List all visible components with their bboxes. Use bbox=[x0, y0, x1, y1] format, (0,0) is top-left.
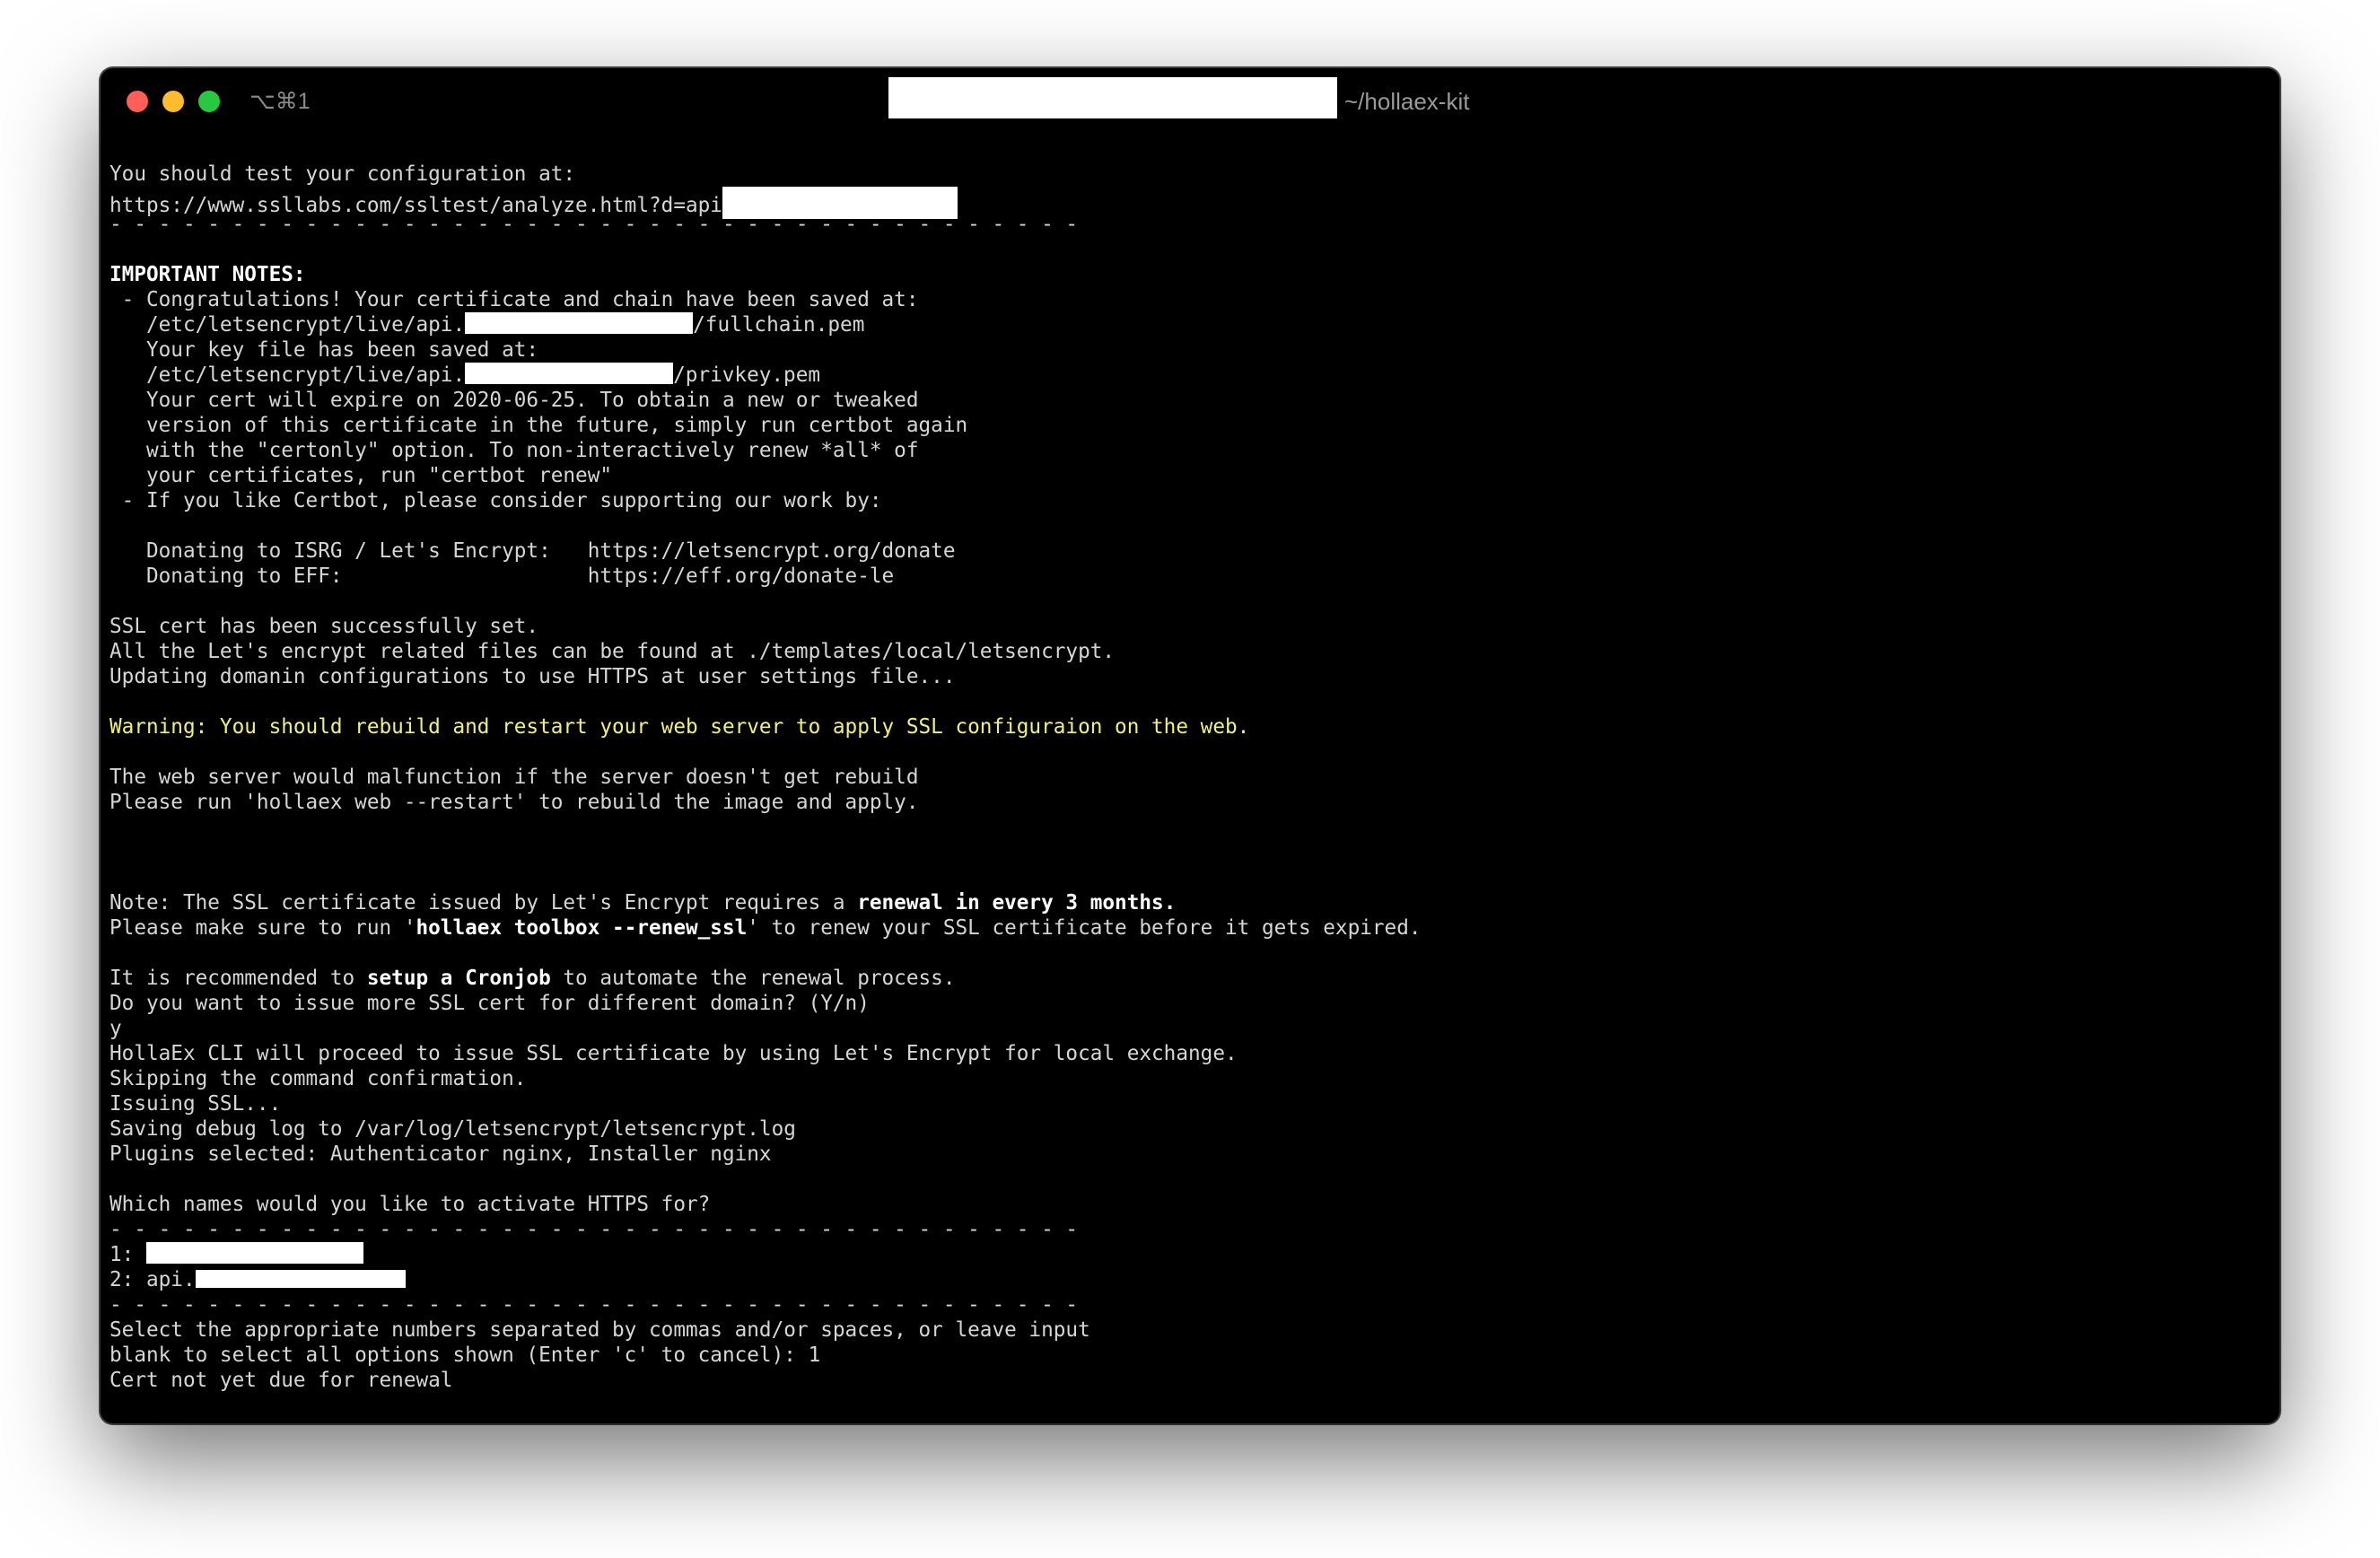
output-line: All the Let's encrypt related files can … bbox=[109, 640, 1116, 663]
output-line: blank to select all options shown (Enter… bbox=[109, 1344, 821, 1367]
output-line: your certificates, run "certbot renew" bbox=[109, 464, 613, 487]
output-line: https://www.ssllabs.com/ssltest/analyze.… bbox=[109, 187, 2269, 219]
output-line: Plugins selected: Authenticator nginx, I… bbox=[109, 1142, 772, 1166]
note-period: . bbox=[1163, 891, 1177, 915]
output-line: with the "certonly" option. To non-inter… bbox=[109, 439, 919, 462]
recommend-text: to automate the renewal process. bbox=[550, 967, 956, 990]
output-line: HollaEx CLI will proceed to issue SSL ce… bbox=[109, 1042, 1238, 1065]
note-emphasis: renewal in every 3 months bbox=[857, 891, 1164, 915]
output-line: Donating to EFF: https://eff.org/donate-… bbox=[109, 565, 895, 588]
window-shortcut-label: ⌥⌘1 bbox=[249, 89, 311, 114]
output-line: Please run 'hollaex web --restart' to re… bbox=[109, 791, 919, 814]
renew-command: hollaex toolbox --renew_ssl bbox=[416, 916, 748, 940]
output-line: /etc/letsencrypt/live/api. /privkey.pem bbox=[109, 363, 2269, 388]
output-line: Your cert will expire on 2020-06-25. To … bbox=[109, 389, 919, 412]
output-line: SSL cert has been successfully set. bbox=[109, 615, 539, 638]
prompt-line: Which names would you like to activate H… bbox=[109, 1193, 711, 1216]
maximize-button[interactable] bbox=[198, 91, 220, 112]
privkey-path-prefix: /etc/letsencrypt/live/api. bbox=[109, 363, 466, 387]
output-line: - Congratulations! Your certificate and … bbox=[109, 288, 919, 311]
output-line: Donating to ISRG / Let's Encrypt: https:… bbox=[109, 539, 956, 563]
output-line: Cert not yet due for renewal bbox=[109, 1369, 453, 1392]
output-line: version of this certificate in the futur… bbox=[109, 414, 968, 437]
output-line: Please make sure to run 'hollaex toolbox… bbox=[109, 915, 2269, 941]
domain-option: 2: api. bbox=[109, 1267, 2269, 1292]
prompt-line: Do you want to issue more SSL cert for d… bbox=[109, 992, 870, 1015]
redacted-block bbox=[888, 77, 1337, 118]
output-line: Your key file has been saved at: bbox=[109, 338, 539, 362]
redacted-block bbox=[465, 312, 694, 334]
option-number: 1: bbox=[109, 1243, 146, 1266]
output-line: Issuing SSL... bbox=[109, 1092, 282, 1116]
output-line: /etc/letsencrypt/live/api. /fullchain.pem bbox=[109, 312, 2269, 337]
separator-line: - - - - - - - - - - - - - - - - - - - - … bbox=[109, 1293, 1079, 1317]
user-input-line: y bbox=[109, 1017, 122, 1040]
recommend-text: It is recommended to bbox=[109, 967, 367, 990]
separator-line: - - - - - - - - - - - - - - - - - - - - … bbox=[109, 213, 1079, 236]
terminal-window[interactable]: ⌥⌘1 ~/hollaex-kit You should test your c… bbox=[101, 68, 2279, 1423]
output-line: It is recommended to setup a Cronjob to … bbox=[109, 966, 2269, 991]
window-title: ~/hollaex-kit bbox=[1344, 88, 1470, 115]
output-line: Note: The SSL certificate issued by Let'… bbox=[109, 890, 2269, 915]
separator-line: - - - - - - - - - - - - - - - - - - - - … bbox=[109, 1218, 1079, 1241]
output-line: You should test your configuration at: bbox=[109, 162, 576, 186]
redacted-block bbox=[465, 363, 674, 384]
fullchain-path-suffix: /fullchain.pem bbox=[693, 313, 865, 337]
note-text: Note: The SSL certificate issued by Let'… bbox=[109, 891, 858, 915]
warning-line: Warning: You should rebuild and restart … bbox=[109, 715, 1250, 739]
privkey-path-suffix: /privkey.pem bbox=[673, 363, 821, 387]
output-line: Updating domanin configurations to use H… bbox=[109, 665, 956, 688]
redacted-block bbox=[145, 1242, 363, 1264]
output-line: Select the appropriate numbers separated… bbox=[109, 1318, 1090, 1342]
title-bar[interactable]: ⌥⌘1 ~/hollaex-kit bbox=[101, 68, 2279, 136]
output-line: The web server would malfunction if the … bbox=[109, 766, 919, 789]
option-number: 2: api. bbox=[109, 1268, 196, 1291]
fullchain-path-prefix: /etc/letsencrypt/live/api. bbox=[109, 313, 466, 337]
cronjob-emphasis: setup a Cronjob bbox=[366, 967, 551, 990]
domain-option: 1: bbox=[109, 1242, 2269, 1267]
make-sure-text: Please make sure to run ' bbox=[109, 916, 416, 940]
redacted-block bbox=[195, 1270, 406, 1288]
make-sure-text: ' to renew your SSL certificate before i… bbox=[747, 916, 1422, 940]
output-line: Skipping the command confirmation. bbox=[109, 1067, 527, 1090]
close-button[interactable] bbox=[127, 91, 148, 112]
output-line: Saving debug log to /var/log/letsencrypt… bbox=[109, 1117, 796, 1141]
important-heading: IMPORTANT NOTES: bbox=[109, 263, 306, 286]
minimize-button[interactable] bbox=[162, 91, 184, 112]
output-line: - If you like Certbot, please consider s… bbox=[109, 489, 882, 512]
terminal-output[interactable]: You should test your configuration at: h… bbox=[109, 162, 2269, 1393]
